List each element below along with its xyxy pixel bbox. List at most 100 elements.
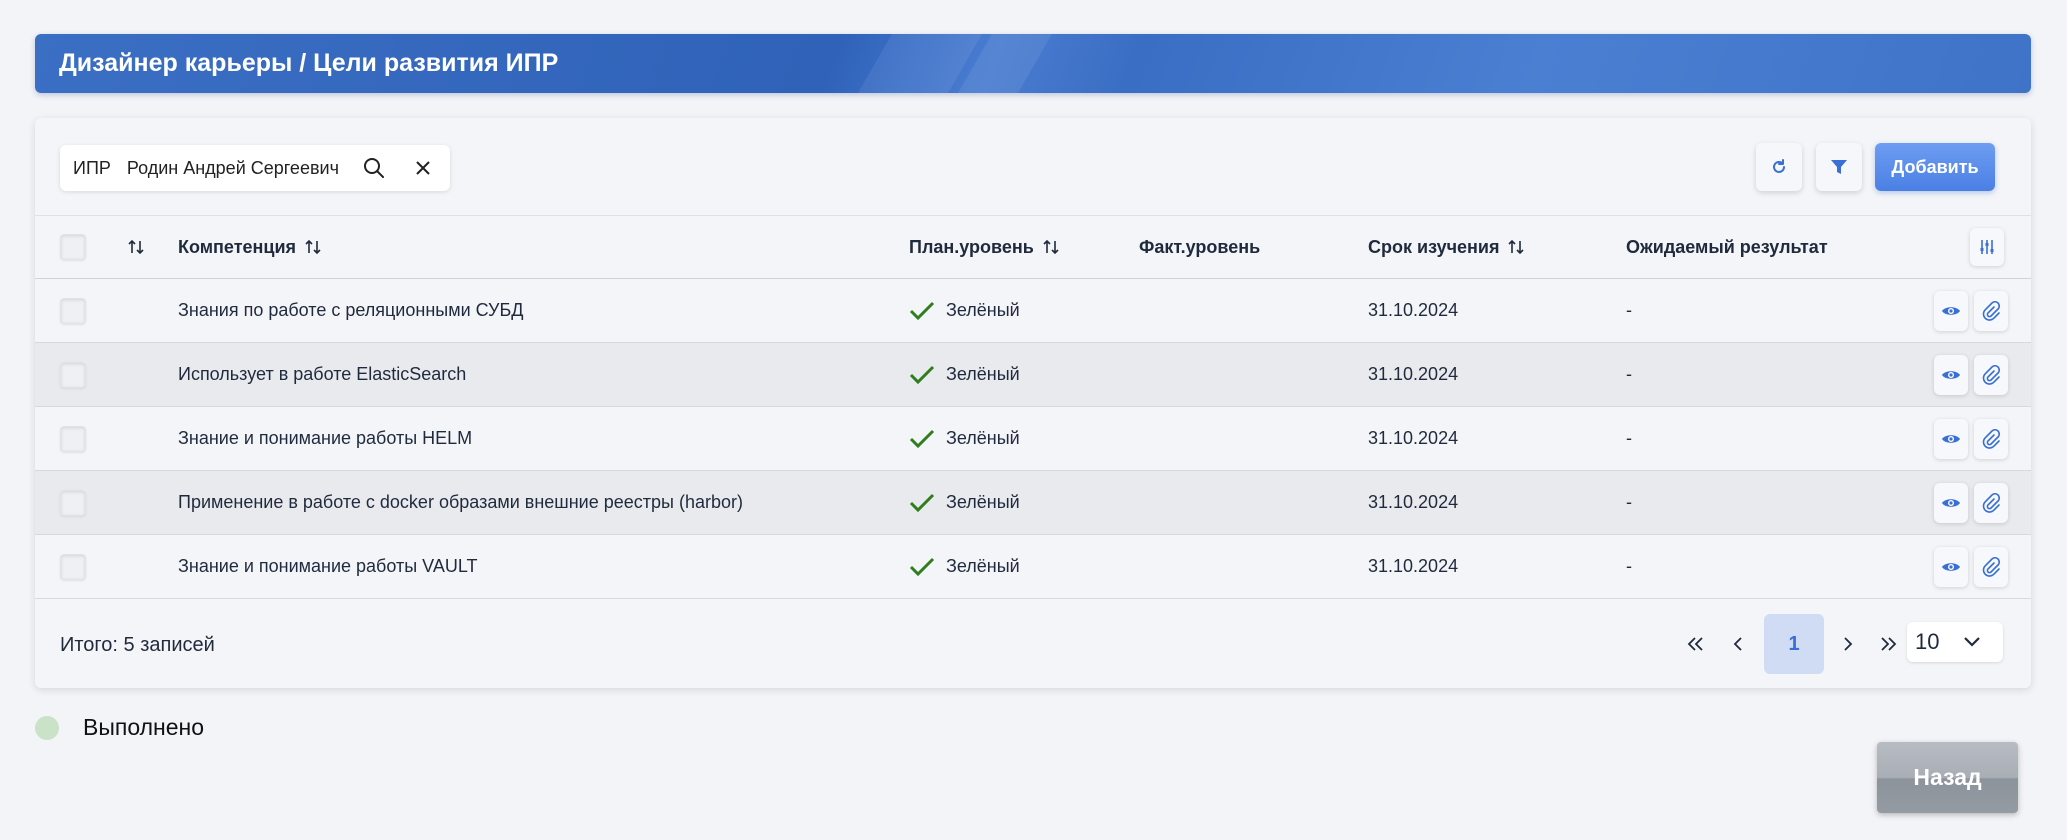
sort-icon[interactable]: [1042, 238, 1060, 256]
page-size-value: 10: [1915, 629, 1940, 654]
study-term-cell: 31.10.2024: [1368, 492, 1459, 512]
competency-cell: Знание и понимание работы VAULT: [178, 556, 478, 576]
row-checkbox[interactable]: [60, 489, 86, 516]
expected-result-cell: -: [1626, 428, 1632, 448]
attach-button[interactable]: [1974, 418, 2008, 459]
plan-level-label: Зелёный: [946, 300, 1020, 320]
table-footer: Итого: 5 записей 1 10: [35, 600, 2031, 688]
row-checkbox[interactable]: [60, 297, 86, 324]
plan-level-cell: Зелёный: [909, 535, 1020, 598]
check-icon: [909, 365, 935, 384]
page-header: Дизайнер карьеры / Цели развития ИПР: [35, 34, 2031, 93]
table-row[interactable]: Знания по работе с реляционными СУБД Зел…: [35, 279, 2031, 343]
done-status-dot: [35, 715, 59, 740]
paperclip-icon: [1982, 364, 2000, 385]
table-row[interactable]: Использует в работе ElasticSearch Зелёны…: [35, 343, 2031, 407]
row-checkbox[interactable]: [60, 361, 86, 388]
check-icon: [909, 301, 935, 320]
add-button[interactable]: Добавить: [1875, 143, 1995, 191]
column-competency-label: Компетенция: [178, 236, 297, 257]
table-header: Компетенция План.уровень Факт.уровень Ср…: [35, 215, 2031, 279]
attach-button[interactable]: [1974, 482, 2008, 523]
total-records: Итого: 5 записей: [60, 634, 215, 656]
plan-level-label: Зелёный: [946, 492, 1020, 512]
next-page-button[interactable]: [1835, 614, 1861, 674]
paperclip-icon: [1982, 428, 2000, 449]
select-all-checkbox[interactable]: [60, 234, 86, 260]
plan-level-label: Зелёный: [946, 364, 1020, 384]
attach-button[interactable]: [1974, 546, 2008, 587]
study-term-cell: 31.10.2024: [1368, 556, 1459, 576]
competency-cell: Знания по работе с реляционными СУБД: [178, 300, 524, 320]
eye-icon: [1942, 306, 1960, 315]
plan-level-cell: Зелёный: [909, 471, 1020, 534]
paperclip-icon: [1982, 556, 2000, 577]
check-icon: [909, 557, 935, 576]
study-term-cell: 31.10.2024: [1368, 300, 1459, 320]
view-button[interactable]: [1934, 482, 1968, 523]
plan-level-label: Зелёный: [946, 428, 1020, 448]
check-icon: [909, 493, 935, 512]
column-expected-result-label: Ожидаемый результат: [1626, 236, 1828, 257]
column-settings-button[interactable]: [1970, 228, 2004, 266]
table-row[interactable]: Знание и понимание работы VAULT Зелёный …: [35, 535, 2031, 599]
paperclip-icon: [1982, 300, 2000, 321]
chevron-right-icon: [1844, 637, 1853, 651]
row-checkbox[interactable]: [60, 425, 86, 452]
table-row[interactable]: Применение в работе с docker образами вн…: [35, 471, 2031, 535]
expected-result-cell: -: [1626, 556, 1632, 576]
search-filter[interactable]: ИПР Родин Андрей Сергеевич: [60, 145, 450, 191]
column-plan-level[interactable]: План.уровень: [909, 216, 1060, 278]
refresh-icon: [1773, 159, 1785, 173]
search-input[interactable]: Родин Андрей Сергеевич: [127, 158, 349, 179]
page-size-select[interactable]: 10: [1907, 622, 2003, 662]
study-term-cell: 31.10.2024: [1368, 364, 1459, 384]
column-fact-level: Факт.уровень: [1139, 216, 1260, 278]
column-plan-level-label: План.уровень: [909, 236, 1034, 257]
clear-icon[interactable]: [412, 157, 434, 179]
eye-icon: [1942, 562, 1960, 571]
competency-cell: Применение в работе с docker образами вн…: [178, 492, 743, 512]
view-button[interactable]: [1934, 418, 1968, 459]
refresh-button[interactable]: [1756, 143, 1802, 191]
first-page-button[interactable]: [1681, 614, 1711, 674]
table-row[interactable]: Знание и понимание работы HELM Зелёный 3…: [35, 407, 2031, 471]
filter-button[interactable]: [1816, 143, 1862, 191]
check-icon: [909, 429, 935, 448]
filter-icon: [1831, 160, 1847, 174]
sort-icon[interactable]: [1507, 238, 1525, 256]
eye-icon: [1942, 370, 1960, 379]
competency-cell: Знание и понимание работы HELM: [178, 428, 473, 448]
page-title: Дизайнер карьеры / Цели развития ИПР: [59, 49, 559, 77]
row-checkbox[interactable]: [60, 553, 86, 580]
view-button[interactable]: [1934, 290, 1968, 331]
attach-button[interactable]: [1974, 354, 2008, 395]
column-study-term-label: Срок изучения: [1368, 236, 1500, 257]
row-sort-icon[interactable]: [127, 216, 145, 278]
status-legend: Выполнено: [35, 714, 204, 741]
back-button[interactable]: Назад: [1877, 742, 2018, 813]
search-icon[interactable]: [361, 155, 387, 181]
ipr-goals-panel: ИПР Родин Андрей Сергеевич Добавить Комп…: [35, 118, 2031, 688]
plan-level-cell: Зелёный: [909, 407, 1020, 470]
page-1-button[interactable]: 1: [1764, 614, 1824, 674]
double-chevron-right-icon: [1881, 637, 1897, 651]
column-fact-level-label: Факт.уровень: [1139, 236, 1261, 257]
attach-button[interactable]: [1974, 290, 2008, 331]
view-button[interactable]: [1934, 546, 1968, 587]
study-term-cell: 31.10.2024: [1368, 428, 1459, 448]
eye-icon: [1942, 498, 1960, 507]
column-competency[interactable]: Компетенция: [178, 216, 322, 278]
sliders-icon: [1980, 240, 1994, 254]
double-chevron-left-icon: [1687, 637, 1703, 651]
chevron-left-icon: [1733, 637, 1742, 651]
search-prefix: ИПР: [73, 157, 111, 178]
last-page-button[interactable]: [1873, 614, 1903, 674]
chevron-down-icon: [1964, 637, 1980, 647]
column-study-term[interactable]: Срок изучения: [1368, 216, 1525, 278]
plan-level-label: Зелёный: [946, 556, 1020, 576]
view-button[interactable]: [1934, 354, 1968, 395]
prev-page-button[interactable]: [1725, 614, 1751, 674]
sort-icon[interactable]: [304, 238, 322, 256]
expected-result-cell: -: [1626, 300, 1632, 320]
